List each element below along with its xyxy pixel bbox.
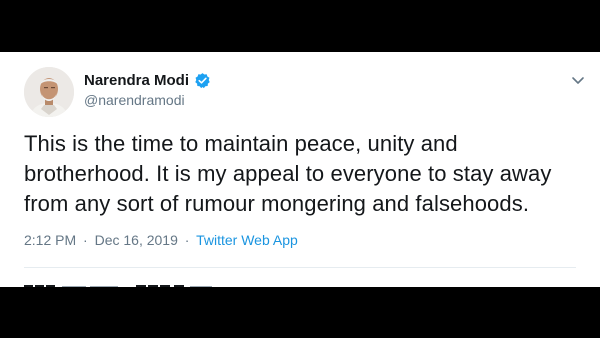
letterbox-top (0, 0, 600, 52)
meta-separator: · (184, 232, 190, 248)
tweet-card: Narendra Modi @narendramodi This is the … (0, 52, 600, 287)
tweet-date[interactable]: Dec 16, 2019 (95, 232, 178, 248)
tweet-meta: 2:12 PM · Dec 16, 2019 · Twitter Web App (24, 232, 298, 248)
tweet-source-link[interactable]: Twitter Web App (196, 232, 298, 248)
meta-separator: · (83, 232, 88, 248)
tweet-text: This is the time to maintain peace, unit… (24, 131, 552, 216)
cropped-stats-glyphs (24, 285, 212, 287)
divider (24, 267, 576, 268)
engagement-stats-row (24, 278, 224, 287)
tweet-time[interactable]: 2:12 PM (24, 232, 76, 248)
author-handle[interactable]: @narendramodi (84, 92, 185, 108)
author-name-row[interactable]: Narendra Modi (84, 72, 211, 89)
avatar[interactable] (24, 67, 74, 117)
author-display-name[interactable]: Narendra Modi (84, 72, 189, 89)
verified-badge-icon (195, 73, 210, 89)
profile-photo-icon (24, 67, 74, 117)
chevron-down-icon[interactable] (568, 70, 588, 90)
letterbox-bottom (0, 287, 600, 338)
